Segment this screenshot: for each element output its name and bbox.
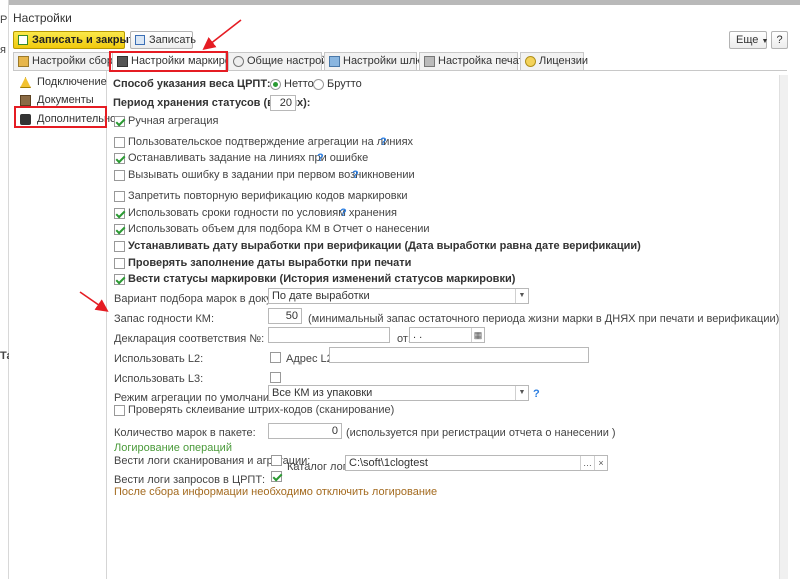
arrow-to-shelf-life: [79, 291, 109, 312]
annotation-arrows: [79, 19, 242, 312]
arrow-to-tab: [202, 19, 242, 50]
